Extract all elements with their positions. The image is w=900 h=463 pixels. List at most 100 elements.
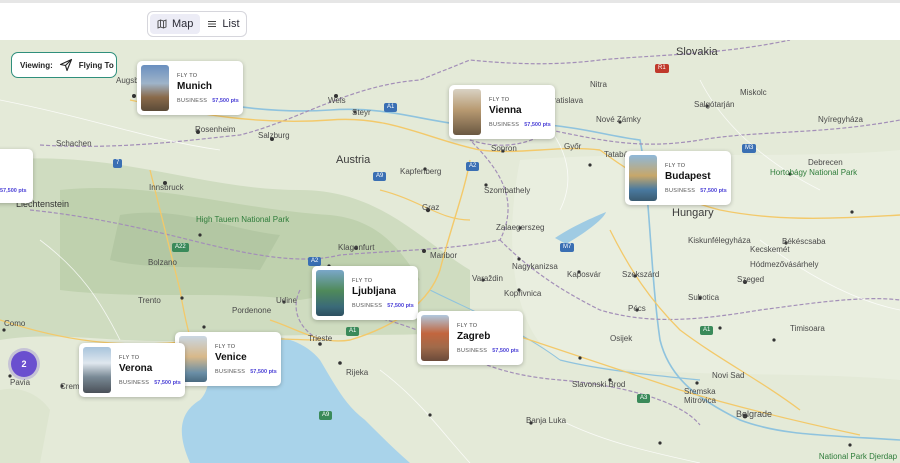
map-label-klagenfurt: Klagenfurt bbox=[338, 243, 375, 252]
map-label-nagykanizsa: Nagykanizsa bbox=[512, 262, 558, 271]
points-cost: 57,500 pts bbox=[700, 187, 727, 194]
destination-city: Venice bbox=[215, 351, 247, 363]
map-label-pavia: Pavia bbox=[10, 378, 31, 387]
points-cost: 57,500 pts bbox=[212, 97, 239, 104]
destination-city: Ljubljana bbox=[352, 285, 396, 297]
map-label-belgrade: Belgrade bbox=[736, 409, 773, 419]
road-shield-7: 7 bbox=[113, 159, 123, 168]
list-icon bbox=[208, 20, 217, 28]
map-label-innsbruck: Innsbruck bbox=[149, 183, 184, 192]
map-label-debrecen: Debrecen bbox=[808, 158, 843, 167]
fly-to-label: FLY TO bbox=[177, 72, 198, 79]
map-label-salgotarjan: Salgótarján bbox=[694, 100, 735, 109]
map-label-kiskunfelegyhaza: Kiskunfélegyháza bbox=[688, 236, 751, 245]
map-label-como: Como bbox=[4, 319, 26, 328]
list-view-label: List bbox=[222, 18, 240, 30]
map-label-slavonski-brod: Slavonski Brod bbox=[572, 380, 626, 389]
fly-to-label: FLY TO bbox=[352, 277, 373, 284]
map-label-hodmezovasarhely: Hódmezővásárhely bbox=[750, 260, 819, 269]
destination-city: Budapest bbox=[665, 170, 711, 182]
map-label-pordenone: Pordenone bbox=[232, 306, 272, 315]
map-label-kapfenberg: Kapfenberg bbox=[400, 167, 442, 176]
map-label-sremska: Sremska Mitrovica bbox=[684, 387, 717, 405]
destination-thumbnail bbox=[629, 155, 657, 201]
map-label-varazdin: Varaždin bbox=[472, 274, 503, 283]
road-shield-r1: R1 bbox=[655, 64, 669, 73]
map-label-maribor: Maribor bbox=[430, 251, 458, 260]
cabin-class: BUSINESS bbox=[177, 97, 208, 104]
cabin-class: BUSINESS bbox=[489, 121, 520, 128]
map-label-szeged: Szeged bbox=[737, 275, 765, 284]
map-label-schachen: Schachen bbox=[56, 139, 92, 148]
map-label-trieste: Trieste bbox=[308, 334, 333, 343]
map-label-slovakia: Slovakia bbox=[676, 46, 718, 58]
cabin-class: BUSINESS bbox=[665, 187, 696, 194]
road-shield-a9-cro: A9 bbox=[319, 411, 333, 420]
destination-card-zagreb[interactable]: FLY TO Zagreb BUSINESS 57,500 pts bbox=[417, 311, 523, 365]
destination-card-vienna[interactable]: FLY TO Vienna BUSINESS 57,500 pts bbox=[449, 85, 555, 139]
viewing-filter-badge[interactable]: Viewing: Flying To bbox=[11, 52, 117, 78]
fly-to-label: FLY TO bbox=[457, 322, 478, 329]
plane-icon bbox=[59, 58, 72, 72]
map-label-koprivnica: Koprivnica bbox=[504, 289, 542, 298]
road-shield-a3: A3 bbox=[637, 394, 651, 403]
road-shield-a1-srb: A1 bbox=[700, 326, 714, 335]
top-bar: Map List bbox=[0, 0, 900, 40]
destination-card-budapest[interactable]: FLY TO Budapest BUSINESS 57,500 pts bbox=[625, 151, 731, 205]
map-label-szombathely: Szombathely bbox=[484, 186, 531, 195]
fly-to-label: FLY TO bbox=[215, 343, 236, 350]
map-label-nove-zamky: Nové Zámky bbox=[596, 115, 641, 124]
map-view-button[interactable]: Map bbox=[150, 14, 201, 34]
cabin-class: BUSINESS bbox=[119, 379, 150, 386]
map-label-djerdap: National Park Djerdap bbox=[818, 452, 898, 461]
points-cost: 57,500 pts bbox=[387, 302, 414, 309]
map-label-bolzano: Bolzano bbox=[148, 258, 177, 267]
map-label-kecskemet: Kecskemét bbox=[750, 245, 790, 254]
destination-city: Zagreb bbox=[457, 330, 491, 342]
destination-card-munich[interactable]: FLY TO Munich BUSINESS 57,500 pts bbox=[137, 61, 243, 115]
map-label-steyr: Steyr bbox=[352, 108, 371, 117]
map-label-wels: Wels bbox=[328, 96, 346, 105]
destination-card-verona[interactable]: FLY TO Verona BUSINESS 57,500 pts bbox=[79, 343, 185, 397]
map-label-timisoara: Timisoara bbox=[790, 324, 825, 333]
map-label-salzburg: Salzburg bbox=[258, 131, 290, 140]
map-label-rijeka: Rijeka bbox=[346, 368, 369, 377]
road-shield-a22: A22 bbox=[172, 243, 189, 252]
destination-city: Munich bbox=[177, 80, 212, 92]
map-label-novi-sad: Novi Sad bbox=[712, 371, 745, 380]
viewing-value: Flying To bbox=[78, 60, 114, 70]
road-shield-a2: A2 bbox=[466, 162, 480, 171]
map-label-bekescsaba: Békéscsaba bbox=[782, 237, 826, 246]
map-cluster-marker[interactable]: 2 bbox=[11, 351, 37, 377]
fly-to-label: FLY TO bbox=[119, 354, 140, 361]
destination-city: Vienna bbox=[489, 104, 522, 116]
partial-card-content: 57,500 pts bbox=[0, 179, 27, 197]
map-label-rosenheim: Rosenheim bbox=[195, 125, 236, 134]
map-label-trento: Trento bbox=[138, 296, 161, 305]
map-label-pecs: Pécs bbox=[628, 304, 646, 313]
map-label-austria: Austria bbox=[336, 154, 371, 166]
destination-card-venice[interactable]: FLY TO Venice BUSINESS 57,500 pts bbox=[175, 332, 281, 386]
map-view-label: Map bbox=[172, 18, 194, 30]
map-label-banja-luka: Banja Luka bbox=[526, 416, 567, 425]
map-label-gyor: Győr bbox=[564, 142, 582, 151]
destination-city: Verona bbox=[119, 362, 153, 374]
destination-card-partial[interactable]: 57,500 pts bbox=[0, 149, 33, 203]
cabin-class: BUSINESS bbox=[352, 302, 383, 309]
points-cost: 57,500 pts bbox=[154, 379, 181, 386]
map-label-sopron: Sopron bbox=[491, 144, 517, 153]
map-label-zalaegerszeg: Zalaegerszeg bbox=[496, 223, 545, 232]
road-shield-a1: A1 bbox=[384, 103, 398, 112]
map-label-high-tauern: High Tauern National Park bbox=[196, 215, 290, 224]
destination-card-ljubljana[interactable]: FLY TO Ljubljana BUSINESS 57,500 pts bbox=[312, 266, 418, 320]
list-view-button[interactable]: List bbox=[200, 14, 246, 34]
points-cost: 57,500 pts bbox=[0, 188, 27, 194]
map-canvas[interactable]: Austria Hungary Slovakia Liechtenstein H… bbox=[0, 40, 900, 463]
road-shield-m7: M7 bbox=[560, 243, 575, 252]
destination-thumbnail bbox=[83, 347, 111, 393]
map-label-nitra: Nitra bbox=[590, 80, 607, 89]
fly-to-label: FLY TO bbox=[665, 162, 686, 169]
map-label-udine: Udine bbox=[276, 296, 297, 305]
map-label-osijek: Osijek bbox=[610, 334, 633, 343]
points-cost: 57,500 pts bbox=[524, 121, 551, 128]
